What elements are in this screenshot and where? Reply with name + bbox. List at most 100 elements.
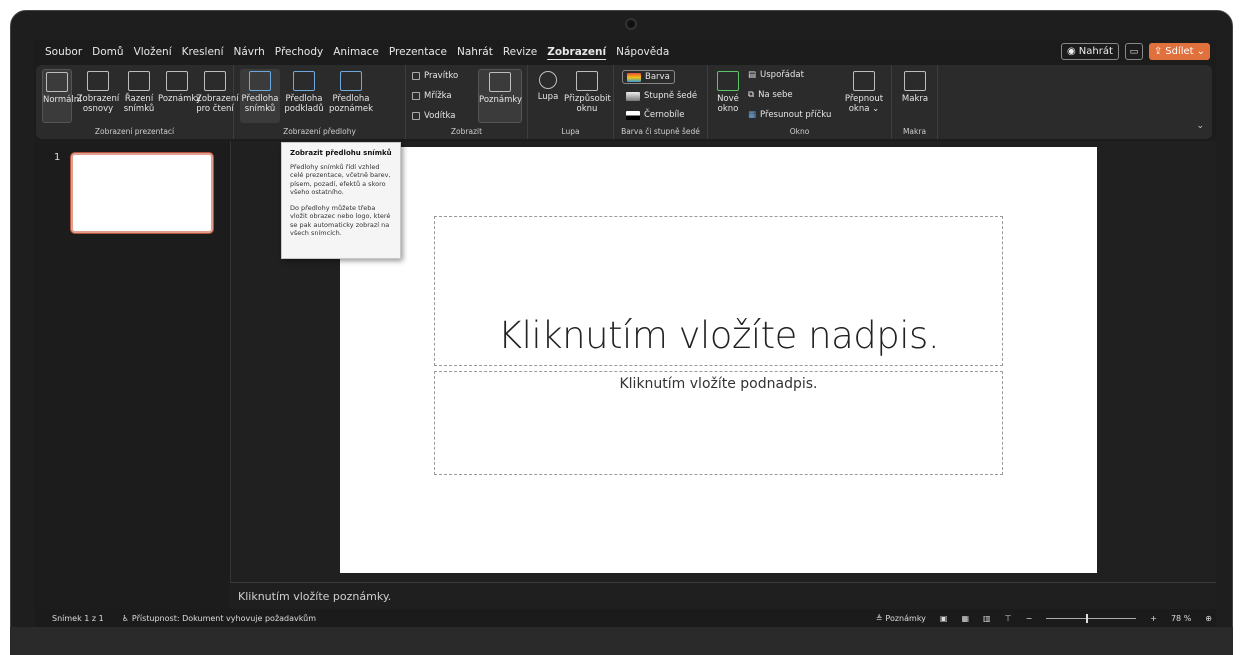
cascade-icon: ⧉ [748, 90, 755, 100]
color-swatch-icon [627, 72, 641, 82]
subtitle-placeholder[interactable]: Kliknutím vložíte podnadpis. [434, 371, 1003, 475]
ruler-checkbox[interactable]: Pravítko [412, 71, 458, 81]
fit-to-window-button[interactable]: Přizpůsobit oknu [564, 69, 611, 114]
magnifier-icon [539, 71, 557, 89]
slide-canvas[interactable]: Kliknutím vložíte nadpis. Kliknutím vlož… [340, 147, 1097, 573]
outline-view-icon [87, 71, 109, 91]
accessibility-status[interactable]: ♿ Přístupnost: Dokument vyhovuje požadav… [122, 614, 316, 623]
notes-page-icon [166, 71, 188, 91]
group-zoom: Lupa Přizpůsobit oknu Lupa [528, 65, 614, 139]
share-icon: ⇪ [1153, 46, 1163, 57]
group-label: Okno [789, 127, 810, 136]
menu-vlozeni[interactable]: Vložení [129, 46, 177, 58]
tooltip-title: Zobrazit předlohu snímků [290, 149, 392, 157]
fit-window-icon [576, 71, 598, 91]
group-color: Barva Stupně šedé Černobíle Barva či stu… [614, 65, 708, 139]
slide-sorter-button[interactable]: Řazení snímků [122, 69, 156, 114]
menu-nahrat[interactable]: Nahrát [452, 46, 498, 58]
arrange-icon: ▤ [748, 70, 757, 80]
menu-navrh[interactable]: Návrh [229, 46, 270, 58]
chevron-down-icon: ⌄ [872, 104, 880, 114]
menu-domu[interactable]: Domů [87, 46, 128, 58]
menu-revize[interactable]: Revize [498, 46, 542, 58]
move-split-button[interactable]: ▦ Přesunout příčku [748, 110, 831, 120]
tooltip-paragraph: Předlohy snímků řídí vzhled celé prezent… [290, 162, 391, 197]
chevron-down-icon: ⌄ [1196, 46, 1205, 57]
powerpoint-window: Soubor Domů Vložení Kreslení Návrh Přech… [34, 40, 1216, 627]
arrange-all-button[interactable]: ▤ Uspořádat [748, 70, 804, 80]
group-macros: Makra Makra [892, 65, 938, 139]
group-window: Nové okno ▤ Uspořádat ⧉ Na sebe ▦ Přesunout… [708, 65, 892, 139]
reading-view-icon [204, 71, 226, 91]
accessibility-icon: ♿ [121, 613, 129, 623]
notes-page-button[interactable]: Poznámky [158, 69, 201, 104]
comments-button[interactable]: ▭ [1124, 43, 1143, 60]
group-master-views: Předloha snímků Předloha podkladů Předlo… [234, 65, 406, 139]
title-placeholder[interactable]: Kliknutím vložíte nadpis. [434, 216, 1003, 366]
group-label: Zobrazení prezentací [94, 127, 175, 136]
slide-number: 1 [54, 152, 61, 163]
normal-view-icon[interactable]: ▣ [940, 614, 948, 623]
zoom-button[interactable]: Lupa [534, 69, 562, 102]
cascade-button[interactable]: ⧉ Na sebe [748, 90, 793, 100]
notes-toggle-button[interactable]: Poznámky [478, 69, 522, 123]
comment-icon: ▭ [1129, 46, 1139, 57]
menu-animace[interactable]: Animace [328, 46, 384, 58]
fit-slide-icon[interactable]: ⊕ [1205, 614, 1212, 623]
notes-toggle[interactable]: ≜ Poznámky [876, 614, 926, 623]
group-label: Makra [902, 127, 927, 136]
slide-thumbnail[interactable] [71, 153, 213, 233]
menu-prechody[interactable]: Přechody [270, 46, 328, 58]
outline-view-button[interactable]: Zobrazení osnovy [76, 69, 120, 114]
black-white-button[interactable]: Černobíle [626, 110, 684, 120]
zoom-slider[interactable] [1046, 613, 1137, 623]
checkbox-box [412, 72, 420, 80]
menu-prezentace[interactable]: Prezentace [384, 46, 452, 58]
reading-view-icon[interactable]: ▥ [983, 614, 991, 623]
share-button[interactable]: ⇪ Sdílet ⌄ [1148, 43, 1210, 60]
bw-swatch-icon [626, 110, 640, 120]
zoom-level[interactable]: 78 % [1171, 614, 1191, 623]
group-label: Lupa [561, 127, 580, 136]
menu-napoveda[interactable]: Nápověda [611, 46, 674, 58]
slide-sorter-icon[interactable]: ▦ [961, 614, 969, 623]
zoom-out-icon[interactable]: − [1026, 614, 1033, 623]
handout-master-button[interactable]: Předloha podkladů [282, 69, 326, 114]
macros-icon [904, 71, 926, 91]
new-window-button[interactable]: Nové okno [714, 69, 742, 114]
notes-master-button[interactable]: Předloha poznámek [328, 69, 374, 114]
macros-button[interactable]: Makra [900, 69, 930, 104]
group-show: Pravítko Mřížka Vodítka Poznámky Zobrazi… [406, 65, 528, 139]
move-split-icon: ▦ [748, 110, 757, 120]
status-bar: Snímek 1 z 1 ♿ Přístupnost: Dokument vyh… [34, 609, 1216, 627]
grayscale-button[interactable]: Stupně šedé [626, 91, 697, 101]
group-label: Zobrazení předlohy [283, 127, 356, 136]
menu-soubor[interactable]: Soubor [40, 46, 87, 58]
record-button[interactable]: ◉ Nahrát [1061, 43, 1119, 60]
color-button[interactable]: Barva [622, 70, 675, 84]
slide-master-button[interactable]: Předloha snímků [240, 69, 280, 123]
switch-windows-button[interactable]: Přepnout okna ⌄ [842, 69, 886, 114]
group-label: Barva či stupně šedé [621, 127, 700, 136]
top-right-actions: ◉ Nahrát ▭ ⇪ Sdílet ⌄ [1061, 43, 1210, 60]
notes-pane[interactable]: Kliknutím vložíte poznámky. [230, 582, 1216, 609]
menu-zobrazeni[interactable]: Zobrazení [542, 46, 611, 58]
gridlines-checkbox[interactable]: Mřížka [412, 91, 452, 101]
zoom-slider-thumb[interactable] [1086, 613, 1089, 623]
menu-kresleni[interactable]: Kreslení [177, 46, 229, 58]
zoom-in-icon[interactable]: + [1150, 614, 1157, 623]
normal-view-button[interactable]: Normální [42, 69, 82, 123]
slide-master-tooltip: Zobrazit předlohu snímků Předlohy snímků… [281, 142, 401, 259]
notes-master-icon [340, 71, 362, 91]
checkbox-box [412, 92, 420, 100]
laptop-chin [10, 627, 1233, 655]
notes-icon [489, 72, 511, 92]
slideshow-icon[interactable]: ⊤ [1005, 614, 1012, 623]
reading-view-button[interactable]: Zobrazení pro čtení [196, 69, 239, 114]
collapse-ribbon-icon[interactable]: ⌄ [1196, 121, 1204, 131]
guides-checkbox[interactable]: Vodítka [412, 111, 455, 121]
notes-icon: ≜ [875, 613, 883, 623]
slide-master-icon [249, 71, 271, 91]
switch-windows-icon [853, 71, 875, 91]
group-label: Zobrazit [450, 127, 483, 136]
